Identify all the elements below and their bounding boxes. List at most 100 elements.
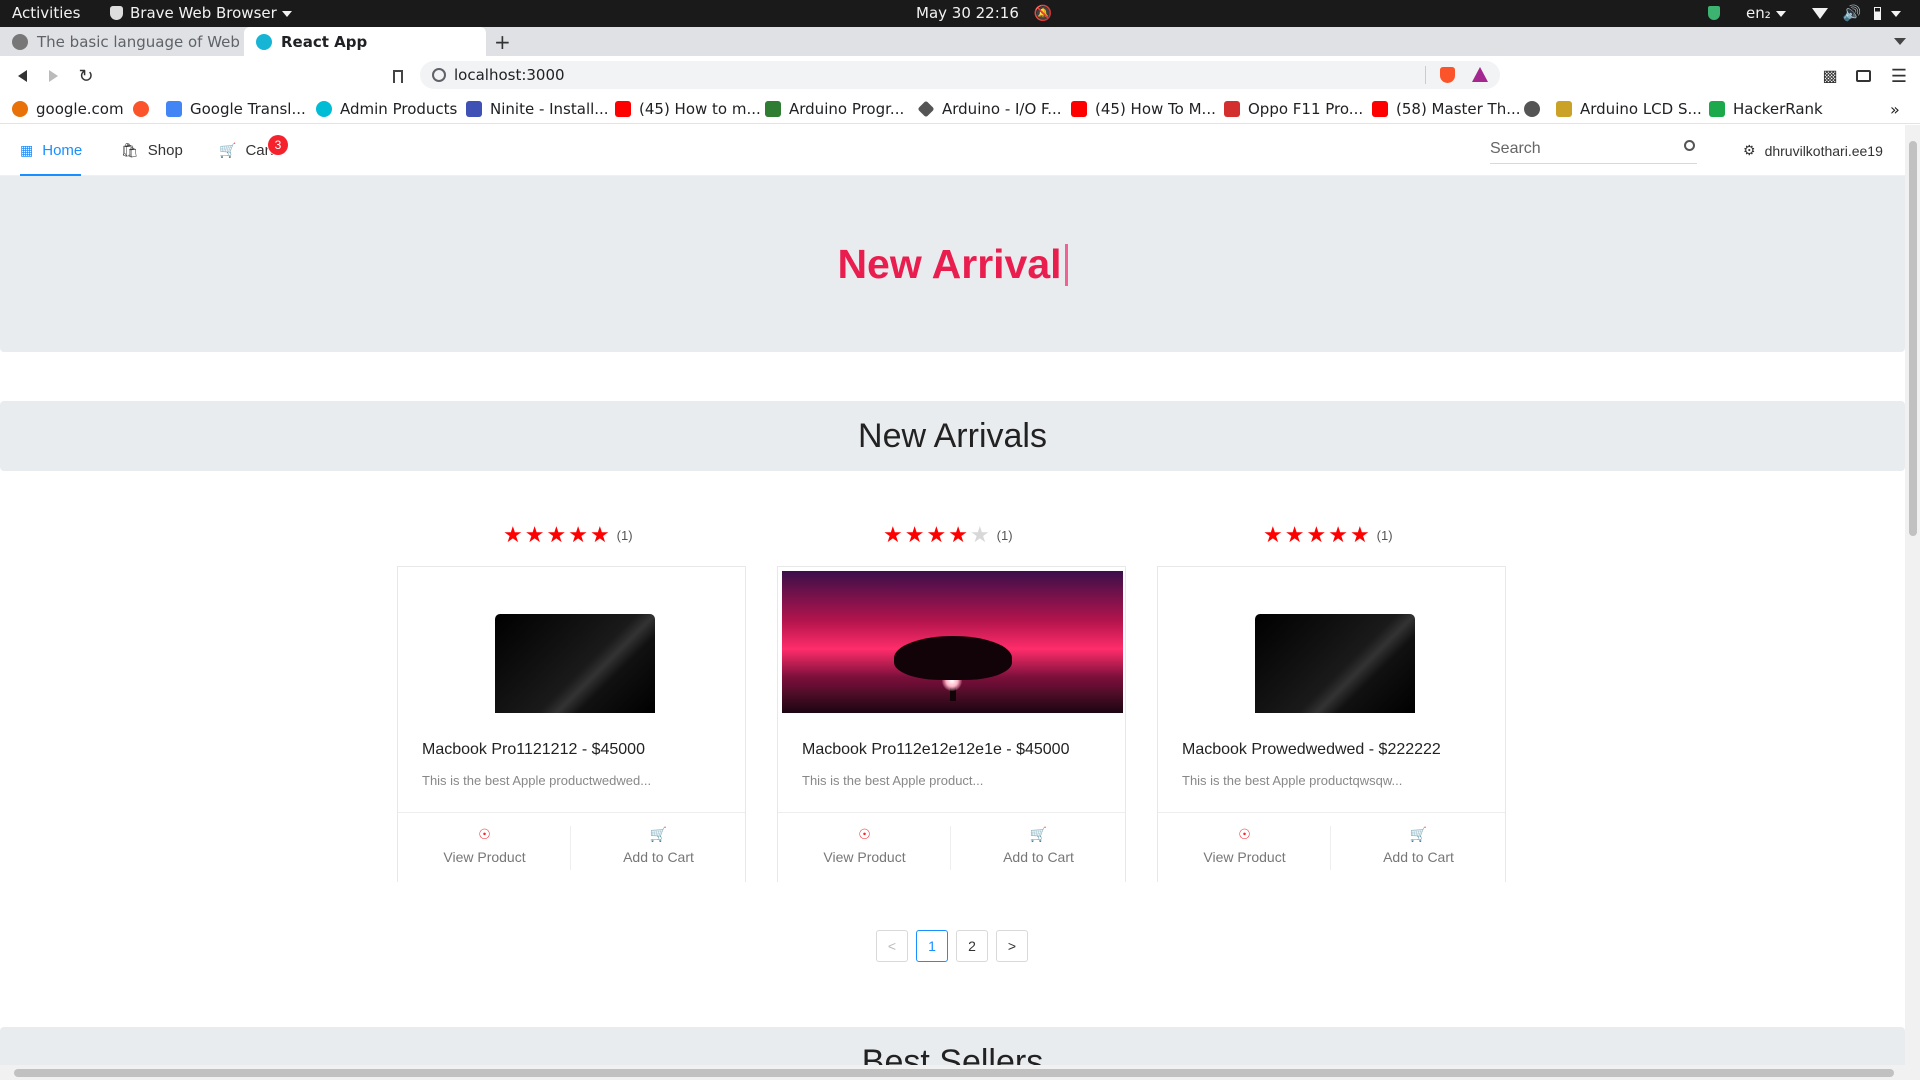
star-icon: ★	[1349, 522, 1370, 547]
brave-shield-icon[interactable]	[1440, 67, 1455, 83]
product-image[interactable]	[402, 571, 743, 713]
bookmark-item[interactable]: Arduino LCD S...	[1556, 94, 1702, 124]
shield-tray-icon[interactable]	[1708, 0, 1720, 27]
system-status-menu[interactable]: 🔊	[1812, 0, 1902, 27]
sunset-tree-image	[782, 571, 1123, 713]
chevron-down-icon	[1891, 10, 1902, 17]
brave-rewards-icon[interactable]	[1472, 67, 1488, 82]
section-best-sellers: Best Sellers	[0, 1027, 1905, 1065]
wallet-button[interactable]	[1853, 66, 1873, 86]
app-menu-label: Brave Web Browser	[130, 4, 277, 22]
google-translate-icon	[166, 101, 182, 117]
cart-icon: 🛒	[649, 826, 668, 842]
search-icon[interactable]	[1684, 140, 1695, 151]
product-card: Macbook Pro112e12e12e1e - $45000 This is…	[777, 566, 1126, 882]
back-button[interactable]	[12, 66, 32, 86]
extensions-button[interactable]: ▩	[1820, 66, 1840, 86]
scrollbar-thumb[interactable]	[14, 1069, 1894, 1077]
bookmark-label: Google Transl...	[190, 100, 306, 118]
bookmark-item[interactable]: google.com	[12, 94, 124, 124]
bookmark-item[interactable]: Oppo F11 Pro...	[1224, 94, 1363, 124]
url-text: localhost:3000	[454, 66, 565, 84]
bookmark-item[interactable]: Arduino Progr...	[765, 94, 904, 124]
view-product-button[interactable]: ☉ View Product	[778, 826, 951, 870]
tab-web-basics[interactable]: The basic language of Web : h	[0, 27, 242, 56]
view-product-button[interactable]: ☉ View Product	[398, 826, 571, 870]
star-icon: ★	[1306, 522, 1327, 547]
tab-react-app[interactable]: React App	[244, 27, 486, 56]
puzzle-icon: ▩	[1822, 68, 1838, 85]
cart-count-badge: 3	[268, 135, 288, 155]
bookmark-item[interactable]: HackerRank	[1709, 94, 1823, 124]
bookmark-label: Arduino LCD S...	[1580, 100, 1702, 118]
scrollbar-thumb[interactable]	[1909, 141, 1917, 536]
laptop-image	[1255, 614, 1415, 713]
card-actions: ☉ View Product 🛒 Add to Cart	[1158, 812, 1505, 882]
nav-cart[interactable]: 🛒 Cart	[219, 125, 274, 176]
bookmark-item[interactable]: Google Transl...	[166, 94, 306, 124]
bookmark-item[interactable]: Ninite - Install...	[466, 94, 609, 124]
pagination-page-1[interactable]: 1	[916, 930, 948, 962]
forward-button[interactable]	[43, 66, 63, 86]
section-new-arrivals: New Arrivals	[0, 401, 1905, 471]
bookmark-item[interactable]: (45) How to m...	[615, 94, 761, 124]
add-to-cart-button[interactable]: 🛒 Add to Cart	[952, 826, 1125, 870]
tab-list-chevron-icon[interactable]	[1894, 38, 1906, 45]
product-image[interactable]	[782, 571, 1123, 713]
wifi-icon	[1812, 8, 1828, 19]
add-to-cart-label: Add to Cart	[1383, 849, 1454, 865]
brave-lion-icon	[110, 6, 123, 20]
arduino-lcd-icon	[1556, 101, 1572, 117]
reload-button[interactable]: ↻	[76, 66, 96, 86]
tab-label: React App	[281, 32, 368, 51]
language-indicator[interactable]: en₂	[1746, 0, 1786, 27]
bookmark-item[interactable]: (45) How To M...	[1071, 94, 1216, 124]
star-icon: ★	[883, 522, 903, 547]
address-field[interactable]: localhost:3000	[420, 61, 1500, 89]
youtube-icon	[1372, 101, 1388, 117]
clock[interactable]: May 30 22:16 🔕	[916, 0, 1052, 27]
horizontal-scrollbar[interactable]	[0, 1065, 1920, 1080]
user-menu[interactable]: ⚙ dhruvilkothari.ee19	[1743, 125, 1883, 176]
bookmark-item[interactable]: (58) Master Th...	[1372, 94, 1521, 124]
more-bookmarks-button[interactable]: »	[1890, 94, 1900, 124]
vertical-scrollbar[interactable]	[1905, 125, 1920, 1065]
nav-home[interactable]: ▦ Home	[20, 125, 82, 176]
nav-home-label: Home	[42, 142, 83, 159]
view-product-label: View Product	[443, 849, 526, 865]
cart-icon: 🛒	[219, 142, 237, 158]
bookmark-label: Ninite - Install...	[490, 100, 609, 118]
menu-button[interactable]: ☰	[1889, 66, 1909, 86]
app-menu[interactable]: Brave Web Browser	[110, 0, 292, 27]
arrow-right-icon	[48, 70, 58, 82]
product-image[interactable]	[1162, 571, 1503, 713]
star-icon: ★	[546, 522, 567, 547]
activities-button[interactable]: Activities	[12, 0, 80, 27]
wallet-icon	[1855, 70, 1871, 82]
star-icon: ★	[524, 522, 545, 547]
bookmark-item[interactable]: Admin Products	[316, 94, 457, 124]
pagination-next-button[interactable]: >	[996, 930, 1028, 962]
add-to-cart-button[interactable]: 🛒 Add to Cart	[1332, 826, 1505, 870]
pagination-page-2[interactable]: 2	[956, 930, 988, 962]
add-to-cart-button[interactable]: 🛒 Add to Cart	[572, 826, 745, 870]
new-tab-button[interactable]: +	[486, 27, 520, 56]
bookmark-item[interactable]	[133, 94, 157, 124]
page-content: ▦ Home 🛍 Shop 🛒Cart 3 ⚙ dhruvilkothari.ee19…	[0, 125, 1905, 1065]
bookmark-item[interactable]	[1524, 94, 1548, 124]
pagination-prev-button[interactable]: <	[876, 930, 908, 962]
product-rating: ★ ★ ★ ★ ★ (1)	[883, 523, 1013, 547]
star-icon: ★	[1328, 522, 1348, 547]
bookmarks-bar: google.com Google Transl... Admin Produc…	[0, 94, 1920, 124]
view-product-button[interactable]: ☉ View Product	[1158, 826, 1331, 870]
bookmark-item[interactable]: Arduino - I/O F...	[917, 94, 1062, 124]
chevron-left-icon: <	[887, 938, 897, 954]
card-actions: ☉ View Product 🛒 Add to Cart	[398, 812, 745, 882]
bookmark-button[interactable]	[388, 66, 408, 86]
nav-shop[interactable]: 🛍 Shop	[121, 125, 183, 176]
search-input[interactable]	[1490, 136, 1670, 162]
add-to-cart-label: Add to Cart	[1003, 849, 1074, 865]
tab-strip: The basic language of Web : h React App …	[0, 27, 1920, 56]
user-name: dhruvilkothari.ee19	[1764, 142, 1883, 159]
star-icon: ★	[589, 522, 610, 547]
